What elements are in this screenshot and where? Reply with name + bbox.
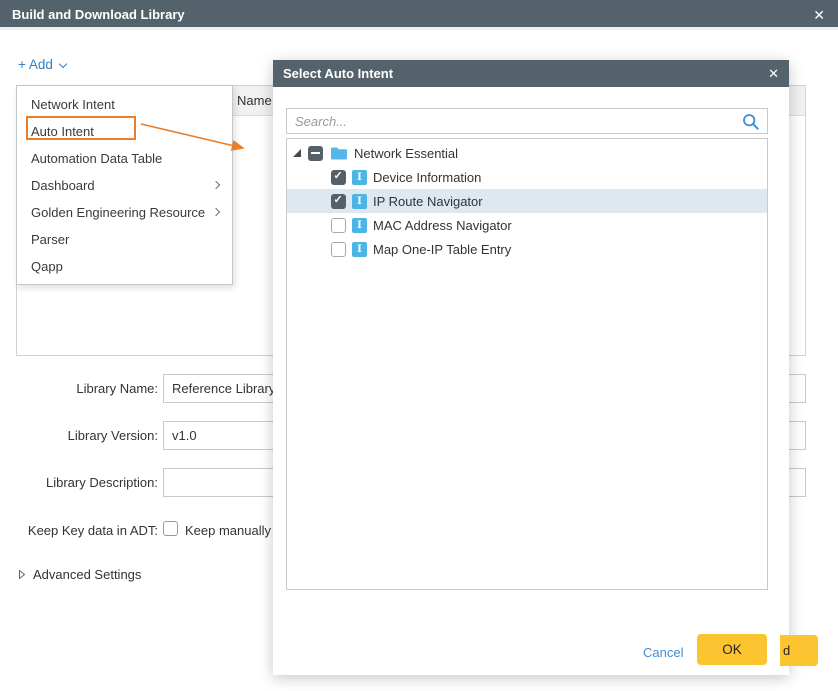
chevron-down-icon — [59, 60, 67, 68]
expander-collapse-icon[interactable] — [293, 149, 301, 157]
tree-node-label: Network Essential — [354, 146, 458, 161]
add-button[interactable]: + Add — [18, 57, 66, 72]
modal-close-icon[interactable]: ✕ — [768, 60, 779, 87]
intent-icon: I — [352, 242, 367, 257]
tree-node-map-one-ip-table-entry[interactable]: I Map One-IP Table Entry — [287, 237, 767, 261]
checkbox-unchecked[interactable] — [331, 218, 346, 233]
menu-item-golden-engineering-resource[interactable]: Golden Engineering Resource — [17, 199, 232, 226]
modal-title: Select Auto Intent — [283, 60, 393, 87]
keep-manually-checkbox[interactable] — [163, 521, 178, 536]
chevron-right-icon — [212, 208, 220, 216]
keep-manually-label: Keep manually — [185, 523, 271, 538]
checkbox-checked[interactable] — [331, 194, 346, 209]
tree-node-label: IP Route Navigator — [373, 194, 483, 209]
close-icon[interactable]: ✕ — [813, 0, 825, 30]
add-button-label: + Add — [18, 57, 53, 72]
intent-tree: Network Essential I Device Information I… — [286, 138, 768, 590]
tree-node-label: Map One-IP Table Entry — [373, 242, 511, 257]
tree-node-ip-route-navigator[interactable]: I IP Route Navigator — [287, 189, 767, 213]
menu-item-parser[interactable]: Parser — [17, 226, 232, 253]
checkbox-checked[interactable] — [331, 170, 346, 185]
build-and-download-library-dialog: Build and Download Library ✕ + Add Name … — [0, 0, 838, 691]
page-title: Build and Download Library — [12, 0, 185, 30]
advanced-settings-label: Advanced Settings — [33, 567, 141, 582]
search-icon[interactable] — [742, 113, 760, 134]
intent-icon: I — [352, 194, 367, 209]
library-name-label: Library Name: — [0, 381, 158, 396]
menu-item-dashboard[interactable]: Dashboard — [17, 172, 232, 199]
chevron-right-icon — [212, 181, 220, 189]
library-version-label: Library Version: — [0, 428, 158, 443]
select-auto-intent-dialog: Select Auto Intent ✕ Network Essential — [273, 60, 789, 675]
menu-item-qapp[interactable]: Qapp — [17, 253, 232, 280]
menu-item-network-intent[interactable]: Network Intent — [17, 91, 232, 118]
tree-node-label: MAC Address Navigator — [373, 218, 512, 233]
library-description-label: Library Description: — [0, 475, 158, 490]
cancel-button[interactable]: Cancel — [643, 645, 683, 660]
tree-node-device-information[interactable]: I Device Information — [287, 165, 767, 189]
modal-titlebar: Select Auto Intent ✕ — [273, 60, 789, 87]
download-button-partial[interactable]: d — [780, 635, 818, 666]
folder-icon — [330, 146, 348, 160]
intent-icon: I — [352, 170, 367, 185]
triangle-right-icon — [18, 569, 26, 580]
search-box — [286, 108, 768, 134]
tree-node-mac-address-navigator[interactable]: I MAC Address Navigator — [287, 213, 767, 237]
titlebar: Build and Download Library ✕ — [0, 0, 838, 30]
ok-button[interactable]: OK — [697, 634, 767, 665]
intent-icon: I — [352, 218, 367, 233]
advanced-settings-toggle[interactable]: Advanced Settings — [18, 567, 141, 582]
search-input[interactable] — [287, 109, 767, 133]
checkbox-unchecked[interactable] — [331, 242, 346, 257]
tree-node-label: Device Information — [373, 170, 481, 185]
annotation-arrow — [137, 115, 255, 160]
auto-intent-highlight-box — [26, 116, 136, 140]
keep-key-label: Keep Key data in ADT: — [0, 523, 158, 538]
tree-node-network-essential[interactable]: Network Essential — [287, 141, 767, 165]
checkbox-indeterminate[interactable] — [308, 146, 323, 161]
table-header-name: Name — [237, 86, 272, 115]
